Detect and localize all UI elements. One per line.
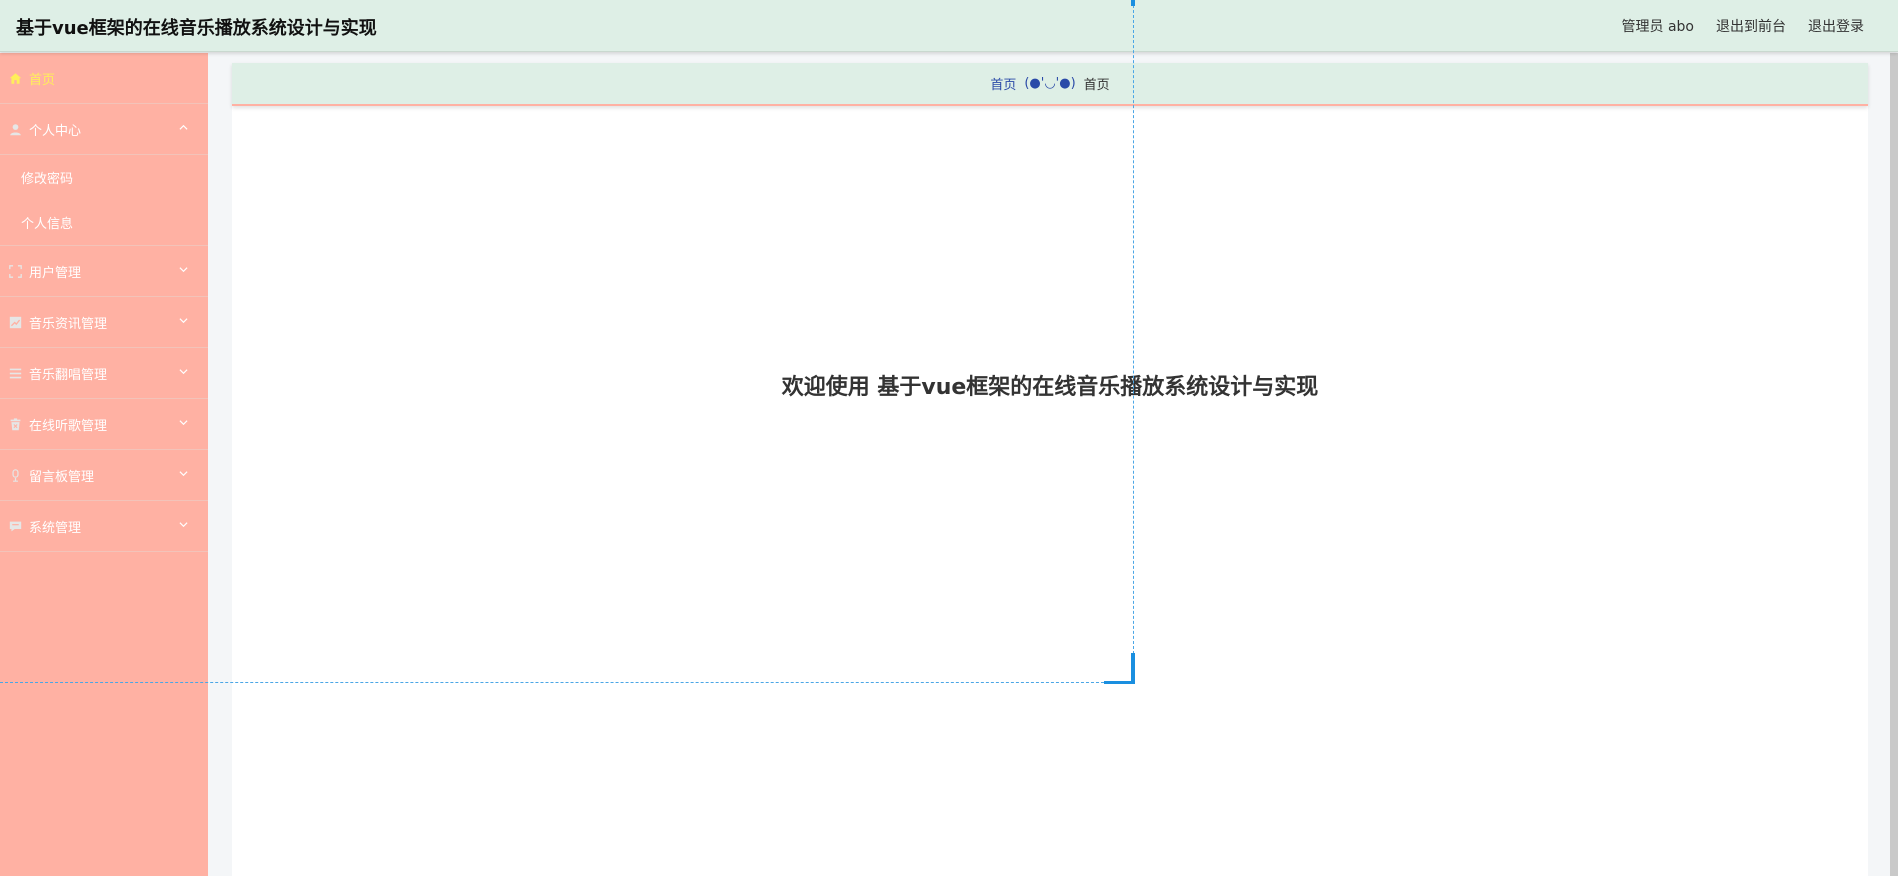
selection-guide-horizontal — [0, 682, 1134, 683]
sidebar-subitem-personal-info[interactable]: 个人信息 — [0, 200, 208, 245]
exit-to-front-button[interactable]: 退出到前台 — [1716, 16, 1786, 36]
personal-center-submenu: 修改密码 个人信息 — [0, 155, 208, 246]
selection-corner-handle-horizontal[interactable] — [1104, 681, 1135, 684]
sidebar-item-music-cover[interactable]: 音乐翻唱管理 — [0, 348, 208, 399]
sidebar-item-home[interactable]: 首页 — [0, 53, 208, 104]
home-icon — [8, 71, 22, 85]
chevron-down-icon — [179, 420, 188, 426]
sidebar-item-online-listening[interactable]: 在线听歌管理 — [0, 399, 208, 450]
chevron-down-icon — [179, 267, 188, 273]
vertical-scrollbar[interactable] — [1890, 53, 1898, 876]
list-icon — [8, 366, 22, 380]
top-actions: 管理员 abo 退出到前台 退出登录 — [1622, 16, 1864, 36]
chevron-down-icon — [179, 522, 188, 528]
admin-user-label[interactable]: 管理员 abo — [1622, 16, 1694, 36]
sidebar-item-label: 系统管理 — [29, 520, 82, 536]
logout-button[interactable]: 退出登录 — [1808, 16, 1864, 36]
sidebar-item-personal-center[interactable]: 个人中心 — [0, 104, 208, 155]
chevron-down-icon — [179, 369, 188, 375]
sidebar-item-music-news[interactable]: 音乐资讯管理 — [0, 297, 208, 348]
breadcrumb: 首页 (●'◡'●) 首页 — [232, 63, 1868, 106]
frame-icon — [8, 264, 22, 278]
breadcrumb-current: 首页 — [1083, 78, 1110, 93]
chevron-down-icon — [179, 471, 188, 477]
scrollbar-thumb[interactable] — [1890, 53, 1898, 876]
sidebar-item-system-management[interactable]: 系统管理 — [0, 501, 208, 552]
sidebar-item-user-management[interactable]: 用户管理 — [0, 246, 208, 297]
sidebar-item-label: 个人中心 — [29, 123, 82, 139]
sidebar-item-label: 音乐翻唱管理 — [29, 367, 108, 383]
trash-icon — [8, 417, 22, 431]
selection-corner-handle-vertical[interactable] — [1131, 653, 1135, 684]
sidebar-item-label: 留言板管理 — [29, 469, 95, 485]
sidebar: 首页 个人中心 修改密码 个人信息 用户管理 音乐资讯管理 音乐翻唱管理 在线听… — [0, 53, 208, 876]
top-bar: 基于vue框架的在线音乐播放系统设计与实现 管理员 abo 退出到前台 退出登录 — [0, 0, 1898, 52]
chevron-up-icon — [179, 124, 188, 130]
sidebar-subitem-change-password[interactable]: 修改密码 — [0, 155, 208, 200]
selection-guide-top-tick — [1131, 0, 1135, 6]
microphone-icon — [8, 468, 22, 482]
breadcrumb-separator: (●'◡'●) — [1024, 76, 1076, 91]
chat-icon — [8, 519, 22, 533]
chevron-down-icon — [179, 318, 188, 324]
welcome-message: 欢迎使用 基于vue框架的在线音乐播放系统设计与实现 — [781, 375, 1319, 400]
main-content: 首页 (●'◡'●) 首页 欢迎使用 基于vue框架的在线音乐播放系统设计与实现 — [232, 63, 1868, 876]
app-title: 基于vue框架的在线音乐播放系统设计与实现 — [16, 18, 377, 39]
sidebar-item-label: 音乐资讯管理 — [29, 316, 108, 332]
sidebar-item-label: 在线听歌管理 — [29, 418, 108, 434]
selection-guide-vertical — [1133, 0, 1134, 684]
user-icon — [8, 122, 22, 136]
sidebar-item-label: 首页 — [29, 72, 56, 88]
sidebar-item-label: 用户管理 — [29, 265, 82, 281]
chart-icon — [8, 315, 22, 329]
breadcrumb-home-link[interactable]: 首页 — [990, 74, 1016, 93]
sidebar-item-message-board[interactable]: 留言板管理 — [0, 450, 208, 501]
